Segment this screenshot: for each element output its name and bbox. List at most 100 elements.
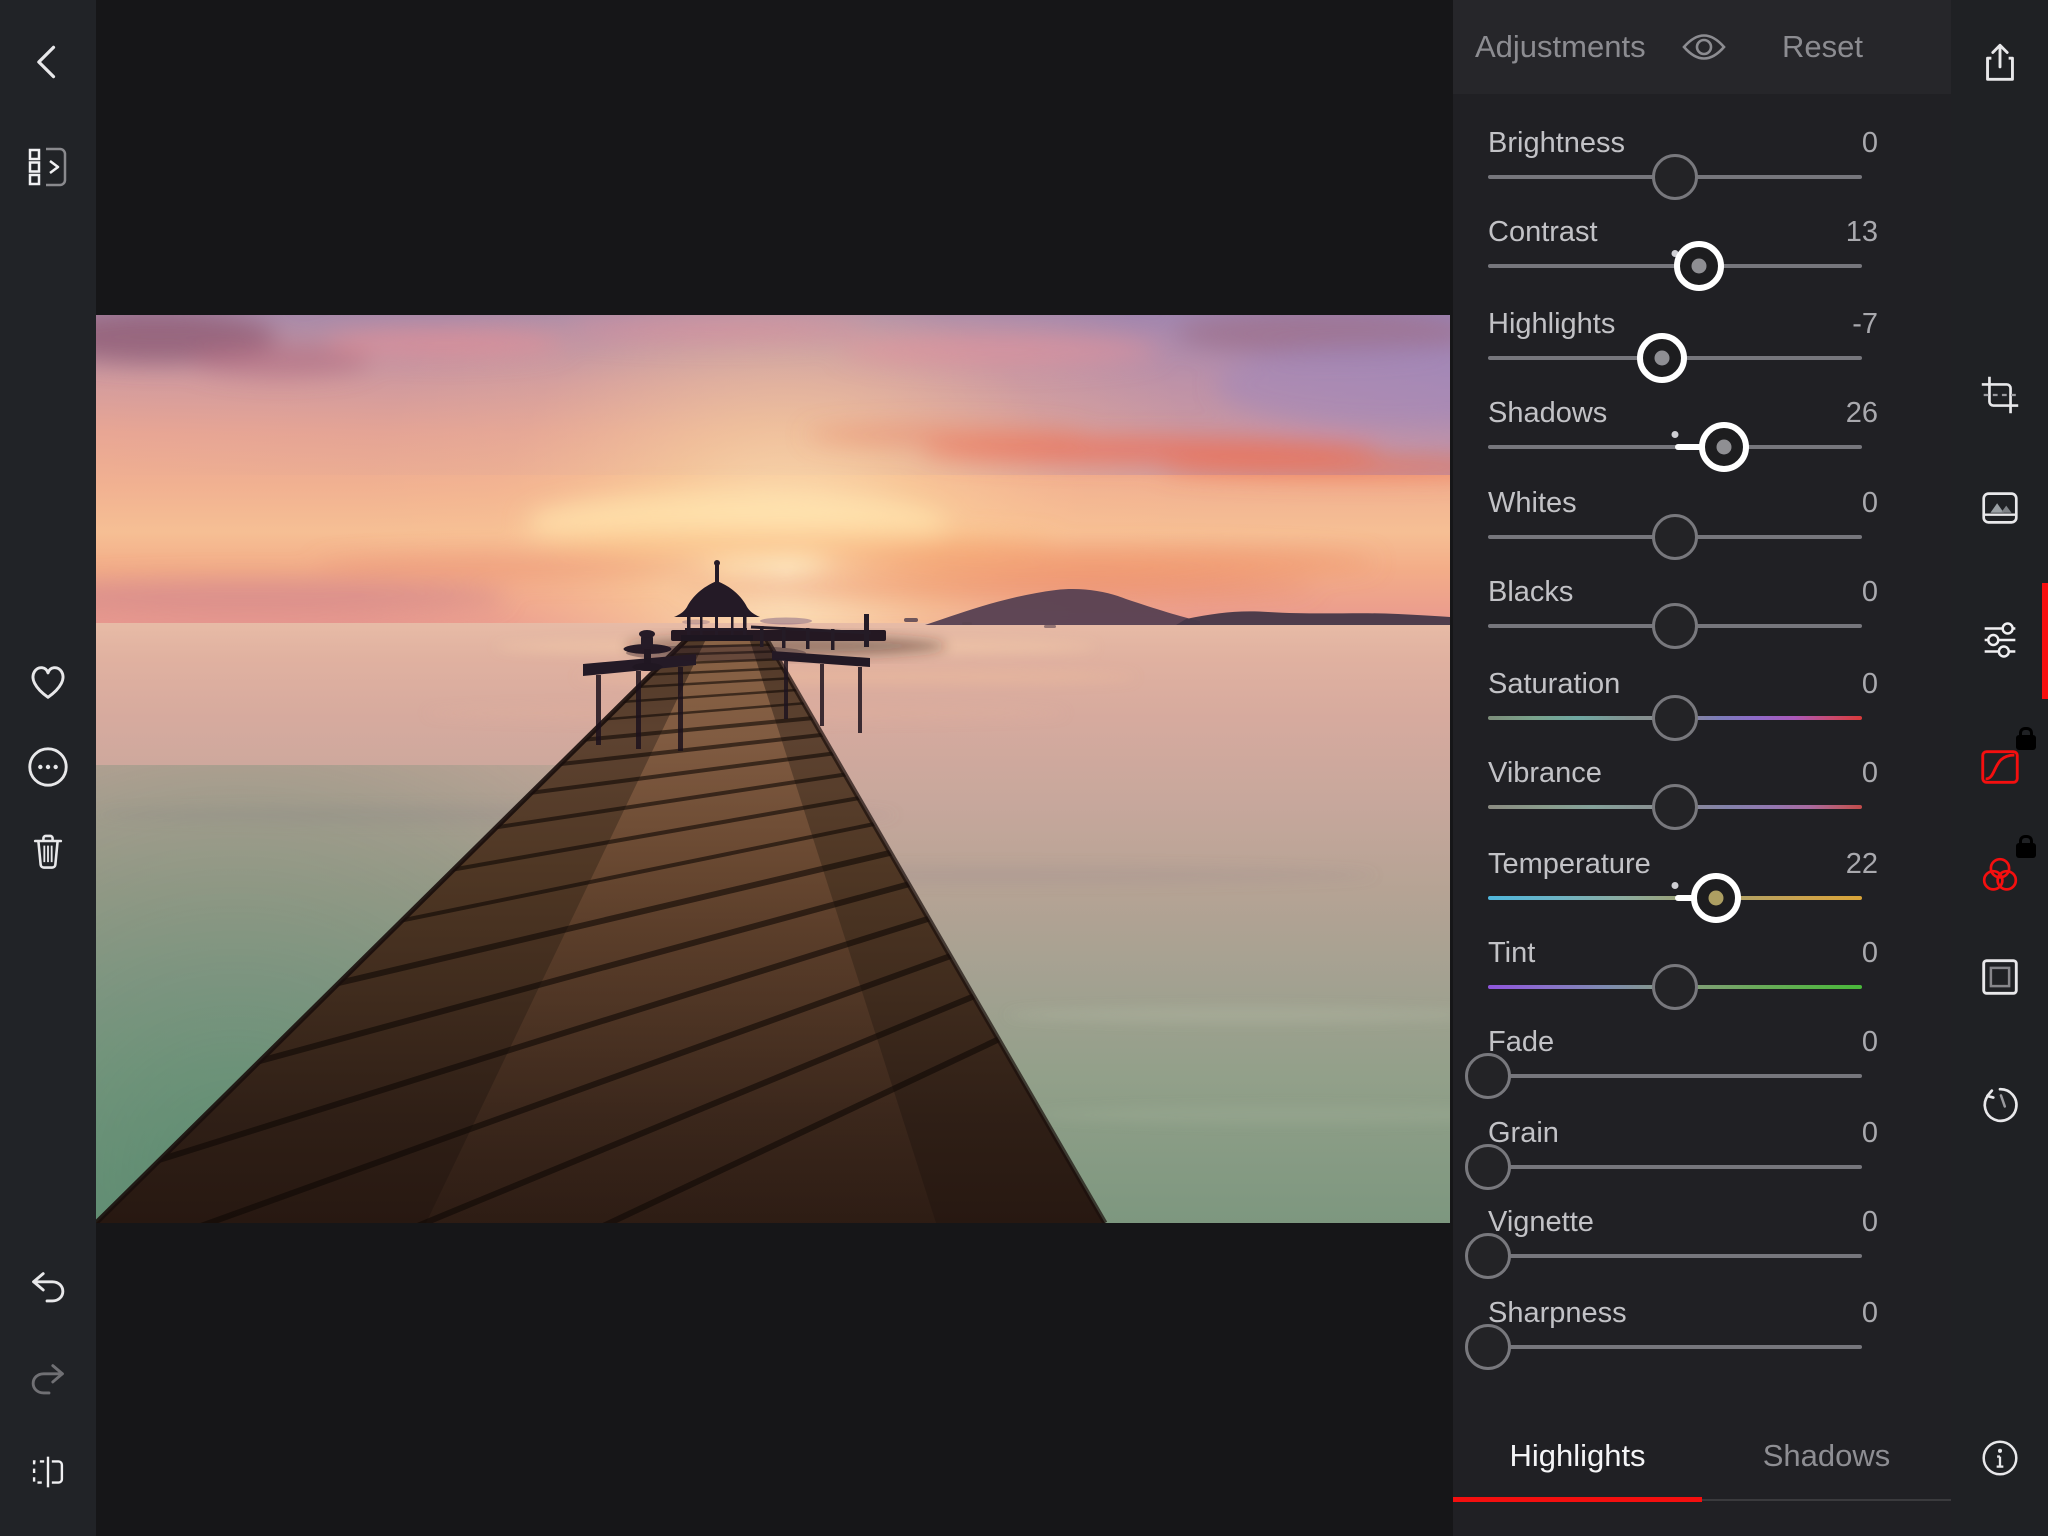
- whites-slider-track[interactable]: [1488, 535, 1862, 539]
- temperature-slider-track[interactable]: [1488, 896, 1862, 900]
- sharpness-slider-track[interactable]: [1488, 1345, 1862, 1349]
- filters-button[interactable]: [1976, 484, 2024, 532]
- saturation-slider-track[interactable]: [1488, 716, 1862, 720]
- info-button[interactable]: [1976, 1434, 2024, 1482]
- preview-toggle-button[interactable]: [1680, 31, 1728, 63]
- contrast-slider-track[interactable]: [1488, 264, 1862, 268]
- slider-row-brightness: Brightness 0: [1453, 127, 1951, 205]
- slider-value: 0: [1862, 127, 1878, 160]
- tint-slider-track[interactable]: [1488, 985, 1862, 989]
- temperature-slider-knob[interactable]: [1691, 873, 1741, 923]
- fade-slider-track[interactable]: [1488, 1074, 1862, 1078]
- history-icon: [1977, 1082, 2023, 1128]
- slider-row-temperature: Temperature 22: [1453, 848, 1951, 926]
- slider-row-vignette: Vignette 0: [1453, 1206, 1951, 1284]
- blacks-slider-track[interactable]: [1488, 624, 1862, 628]
- share-icon: [1977, 40, 2023, 86]
- slider-value: 0: [1862, 937, 1878, 970]
- slider-row-fade: Fade 0: [1453, 1026, 1951, 1104]
- slider-value: 0: [1862, 487, 1878, 520]
- slider-value: 26: [1846, 397, 1878, 430]
- slider-row-vibrance: Vibrance 0: [1453, 757, 1951, 835]
- vibrance-slider-knob[interactable]: [1652, 784, 1698, 830]
- panel-toggle-icon: [24, 143, 72, 191]
- slider-label: Whites: [1488, 487, 1577, 520]
- shadows-slider-track[interactable]: [1488, 445, 1862, 449]
- slider-label: Grain: [1488, 1117, 1559, 1150]
- slider-value: 22: [1846, 848, 1878, 881]
- vignette-slider-knob[interactable]: [1465, 1233, 1511, 1279]
- slider-row-blacks: Blacks 0: [1453, 576, 1951, 654]
- compare-button[interactable]: [24, 1448, 72, 1496]
- grain-slider-track[interactable]: [1488, 1165, 1862, 1169]
- preview-eye-icon: [1680, 31, 1728, 63]
- favorite-button[interactable]: [24, 658, 72, 706]
- slider-label: Highlights: [1488, 308, 1615, 341]
- trash-icon: [26, 830, 70, 874]
- lock-badge-icon: [2016, 735, 2036, 750]
- info-icon: [1977, 1435, 2023, 1481]
- redo-button[interactable]: [24, 1356, 72, 1404]
- undo-button[interactable]: [24, 1264, 72, 1312]
- ellipsis-circle-icon: [25, 744, 71, 790]
- slider-row-grain: Grain 0: [1453, 1117, 1951, 1195]
- slider-label: Shadows: [1488, 397, 1607, 430]
- slider-label: Sharpness: [1488, 1297, 1627, 1330]
- adjustments-panel: Adjustments Reset Brightness 0 Contrast …: [1453, 0, 1951, 1536]
- photo-sunset-pier: [96, 315, 1450, 1223]
- frame-icon: [1977, 954, 2023, 1000]
- adjust-button[interactable]: [1976, 616, 2024, 664]
- before-after-icon: [25, 1449, 71, 1495]
- slider-value: 0: [1862, 1117, 1878, 1150]
- crop-button[interactable]: [1976, 371, 2024, 419]
- active-tool-indicator: [2042, 583, 2048, 699]
- contrast-slider-knob[interactable]: [1674, 241, 1724, 291]
- panel-title: Adjustments: [1475, 29, 1646, 65]
- slider-row-tint: Tint 0: [1453, 937, 1951, 1015]
- whites-slider-knob[interactable]: [1652, 514, 1698, 560]
- active-tab-underline: [1453, 1497, 1702, 1502]
- highlights-slider-knob[interactable]: [1637, 333, 1687, 383]
- shadows-slider-knob[interactable]: [1699, 422, 1749, 472]
- vibrance-slider-track[interactable]: [1488, 805, 1862, 809]
- adjust-sliders-icon: [1977, 617, 2023, 663]
- slider-value: 0: [1862, 1026, 1878, 1059]
- back-button[interactable]: [24, 38, 72, 86]
- saturation-slider-knob[interactable]: [1652, 695, 1698, 741]
- grain-slider-knob[interactable]: [1465, 1144, 1511, 1190]
- delete-button[interactable]: [24, 828, 72, 876]
- heart-icon: [25, 659, 71, 705]
- slider-value: 0: [1862, 668, 1878, 701]
- brightness-slider-knob[interactable]: [1652, 154, 1698, 200]
- curves-button[interactable]: [1976, 743, 2024, 791]
- redo-icon: [25, 1357, 71, 1403]
- reset-button[interactable]: Reset: [1782, 29, 1863, 65]
- undo-icon: [25, 1265, 71, 1311]
- curves-icon: [1977, 744, 2023, 790]
- tab-highlights[interactable]: Highlights: [1453, 1412, 1702, 1500]
- brightness-slider-track[interactable]: [1488, 175, 1862, 179]
- slider-label: Vibrance: [1488, 757, 1602, 790]
- slider-value: 0: [1862, 1206, 1878, 1239]
- slider-label: Fade: [1488, 1026, 1554, 1059]
- share-button[interactable]: [1976, 39, 2024, 87]
- slider-default-marker: [1672, 882, 1679, 889]
- highlights-slider-track[interactable]: [1488, 356, 1862, 360]
- history-button[interactable]: [1976, 1081, 2024, 1129]
- blacks-slider-knob[interactable]: [1652, 603, 1698, 649]
- sharpness-slider-knob[interactable]: [1465, 1324, 1511, 1370]
- tint-slider-knob[interactable]: [1652, 964, 1698, 1010]
- panel-toggle-button[interactable]: [24, 143, 72, 191]
- editor-canvas: [96, 0, 1453, 1536]
- tab-shadows[interactable]: Shadows: [1702, 1412, 1951, 1500]
- slider-label: Blacks: [1488, 576, 1573, 609]
- fade-slider-knob[interactable]: [1465, 1053, 1511, 1099]
- more-button[interactable]: [24, 743, 72, 791]
- slider-row-whites: Whites 0: [1453, 487, 1951, 565]
- frame-button[interactable]: [1976, 953, 2024, 1001]
- vignette-slider-track[interactable]: [1488, 1254, 1862, 1258]
- filters-icon: [1977, 485, 2023, 531]
- slider-default-marker: [1672, 431, 1679, 438]
- color-wheels-button[interactable]: [1976, 851, 2024, 899]
- slider-label: Vignette: [1488, 1206, 1594, 1239]
